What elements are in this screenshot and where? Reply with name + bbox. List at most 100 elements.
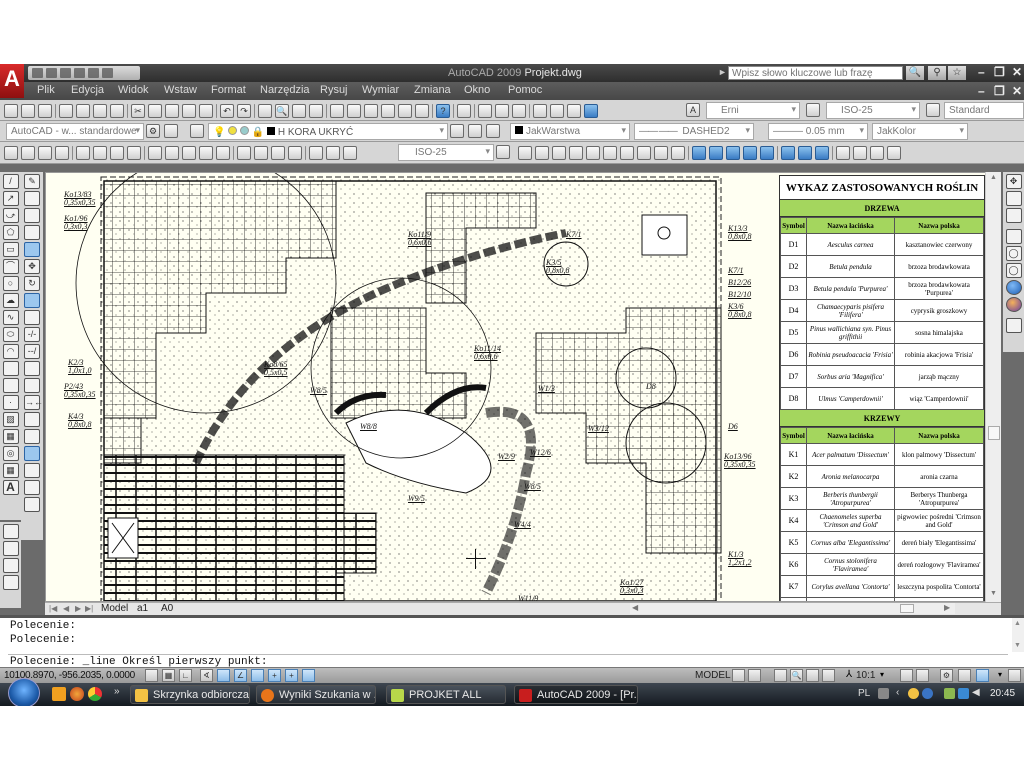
dim-style-select-2[interactable]: ISO-25 ▾ [398,144,494,161]
gradient-icon[interactable]: ▦ [2,429,19,444]
zoom-previous-icon[interactable] [309,103,323,118]
show-hidden-icons-icon[interactable]: ‹ [896,687,899,698]
doc-minimize-button[interactable]: – [978,84,985,98]
table-style-icon[interactable] [926,103,940,117]
dim-jog-icon[interactable] [24,463,40,478]
layer-match-icon[interactable] [567,103,581,118]
workspace-icon[interactable] [164,124,178,138]
layer-freeze-icon[interactable] [228,126,238,135]
join-icon[interactable]: →← [24,395,43,410]
ordinate-dim-icon[interactable] [55,145,69,160]
keyboard-icon[interactable] [878,688,889,699]
layer-viewport-freeze-icon[interactable] [240,126,250,135]
quick-dim-icon[interactable] [148,145,162,160]
conceptual-visual-style-icon[interactable] [1005,297,1022,312]
undo-icon[interactable]: ↶ [220,103,234,118]
intersect-icon[interactable] [815,145,829,160]
application-menu-button[interactable]: A [0,64,24,98]
layer-select[interactable]: 💡 🔒 H KORA UKRYĆ ▾ [208,123,448,140]
open-file-icon[interactable] [46,68,57,78]
presspull-icon[interactable] [709,145,723,160]
offset-icon[interactable] [24,225,40,240]
circle-icon[interactable]: ○ [2,276,19,291]
extend-icon[interactable]: --/ [24,344,40,359]
lineweight-toggle[interactable]: + [285,669,298,682]
object-snap-toggle[interactable] [217,669,230,682]
draw-order-icon[interactable] [457,103,471,118]
stretch-icon[interactable] [24,310,40,325]
dynamic-ucs-toggle[interactable] [251,669,264,682]
properties-icon[interactable] [330,103,344,118]
tolerance-icon[interactable] [237,145,251,160]
first-tab-icon[interactable]: |◀ [49,604,57,613]
update-icon[interactable] [922,688,933,699]
dim-update-icon[interactable] [343,145,357,160]
3d-hidden-icon[interactable]: ◯ [1005,263,1022,278]
ellipse-arc-icon[interactable]: ◠ [2,344,19,359]
aligned-dim-icon[interactable] [21,145,35,160]
maximize-viewport-icon[interactable] [1008,669,1021,682]
layer-on-icon[interactable]: 💡 [213,127,225,138]
cut-icon[interactable]: ✂ [131,103,145,118]
drawing-area[interactable]: Ko13/83 0,35x0,35 Ko1/96 0,3x0,3 K2/3 1,0x1… [45,172,1001,602]
scroll-up-icon[interactable]: ▲ [1014,620,1021,627]
taskbar-button-autocad[interactable]: AutoCAD 2009 - [Pr... [514,685,638,704]
point-icon[interactable]: · [2,395,19,410]
radius-dim-icon[interactable] [76,145,90,160]
workspace-switching-icon[interactable]: ⚙ [940,669,953,682]
cone-icon[interactable] [569,145,583,160]
polar-tracking-toggle[interactable]: ∢ [200,669,213,682]
messenger-icon[interactable] [908,688,919,699]
polyline-icon[interactable]: ⤻ [2,208,19,223]
wipeout-icon[interactable] [512,103,526,118]
communication-center-icon[interactable]: ⚲ [928,66,946,80]
steering-wheel-icon[interactable] [806,669,819,682]
more-quicklaunch-icon[interactable]: » [114,686,120,697]
menu-pomoc[interactable]: Pomoc [508,84,542,96]
taskbar-button-search[interactable]: Wyniki Szukania w ... [256,685,376,704]
design-center-icon[interactable] [347,103,361,118]
polygon-icon[interactable]: ⬠ [2,225,19,240]
layer-translate-icon[interactable] [584,103,598,118]
send-under-icon[interactable] [2,575,19,590]
union-icon[interactable] [781,145,795,160]
text-style-select[interactable]: Erni ▾ [706,102,800,119]
explode-icon[interactable] [24,446,40,461]
chamfer-icon[interactable] [24,412,40,427]
3d-wireframe-icon[interactable]: ◯ [1005,246,1022,261]
new-file-icon[interactable] [32,68,43,78]
snap-mode-toggle[interactable] [145,669,158,682]
doc-close-button[interactable]: ✕ [1012,84,1022,98]
vertical-scroll-thumb[interactable] [988,426,1000,440]
construction-line-icon[interactable]: ↗ [2,191,19,206]
zoom-window-icon[interactable] [292,103,306,118]
3d-array-icon[interactable] [887,145,901,160]
line-icon[interactable]: / [2,174,19,189]
bring-above-icon[interactable] [2,558,19,573]
dim-edit-icon[interactable] [309,145,323,160]
status-menu-icon[interactable]: ▾ [998,670,1002,679]
multiline-text-icon[interactable]: A [2,480,19,495]
publish-icon[interactable] [93,103,107,118]
close-button[interactable]: ✕ [1012,65,1022,79]
plot-style-select[interactable]: JakKolor ▾ [872,123,968,140]
insert-block-icon[interactable] [2,361,19,376]
help-icon[interactable]: ? [436,103,450,118]
planar-surface-icon[interactable] [671,145,685,160]
menu-wstaw[interactable]: Wstaw [164,84,197,96]
layer-states-icon[interactable] [533,103,547,118]
rotate-icon[interactable]: ↻ [24,276,40,291]
plot-preview-icon[interactable] [76,103,90,118]
minimize-button[interactable]: – [978,65,985,79]
menu-widok[interactable]: Widok [118,84,149,96]
scroll-down-icon[interactable]: ▼ [1014,642,1021,649]
jogged-dim-icon[interactable] [93,145,107,160]
save-icon[interactable] [60,68,71,78]
grid-display-toggle[interactable]: ▦ [162,669,175,682]
break-at-point-icon[interactable] [24,361,40,376]
favorites-icon[interactable]: ☆ [948,66,966,80]
array-icon[interactable] [24,242,40,257]
tool-palettes-icon[interactable] [364,103,378,118]
rectangle-icon[interactable]: ▭ [2,242,19,257]
3d-rotate-icon[interactable] [853,145,867,160]
